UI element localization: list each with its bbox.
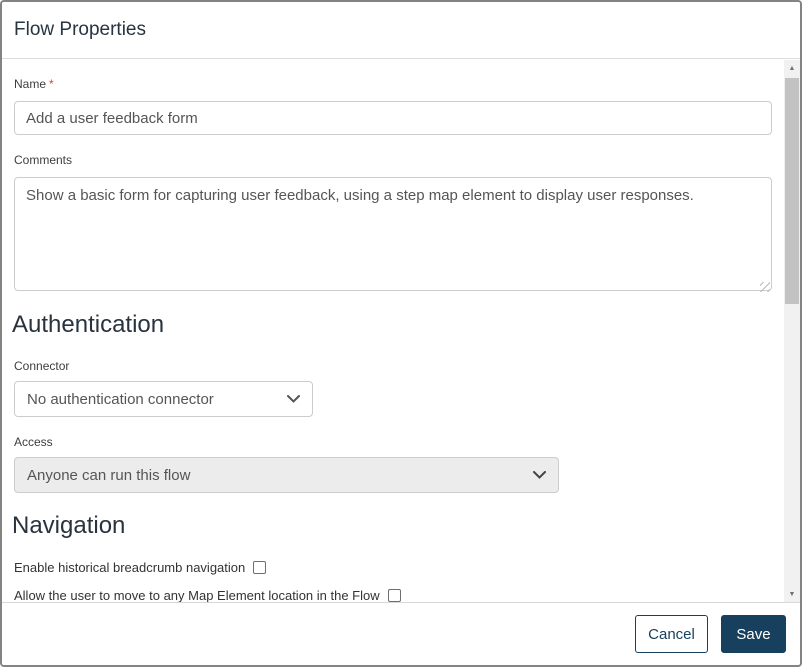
- dialog-footer: Cancel Save: [2, 602, 800, 665]
- textarea-resize-handle-icon[interactable]: [760, 282, 770, 292]
- comments-label: Comments: [14, 153, 73, 167]
- access-select[interactable]: Anyone can run this flow: [14, 457, 559, 493]
- cancel-button[interactable]: Cancel: [635, 615, 708, 653]
- connector-label: Connector: [14, 359, 70, 373]
- name-label: Name *: [14, 77, 54, 91]
- scroll-up-icon[interactable]: ▲: [784, 60, 800, 76]
- scroll-down-icon[interactable]: ▼: [784, 586, 800, 602]
- scrollbar-thumb[interactable]: [785, 78, 799, 304]
- name-input[interactable]: [14, 101, 772, 135]
- move-anywhere-option: Allow the user to move to any Map Elemen…: [14, 586, 401, 602]
- access-label: Access: [14, 435, 53, 449]
- connector-select[interactable]: No authentication connector: [14, 381, 313, 417]
- flow-properties-dialog: Flow Properties Name* Comments Show a ba…: [0, 0, 802, 667]
- chevron-down-icon: [287, 395, 300, 403]
- chevron-down-icon: [533, 471, 546, 479]
- page-title: Flow Properties: [14, 19, 146, 40]
- dialog-body: Name* Comments Show a basic form for cap…: [2, 60, 800, 602]
- breadcrumb-navigation-checkbox[interactable]: [253, 560, 267, 574]
- access-selected-value: Anyone can run this flow: [27, 466, 191, 484]
- save-button[interactable]: Save: [721, 615, 786, 653]
- move-anywhere-label: Allow the user to move to any Map Elemen…: [14, 587, 380, 603]
- required-asterisk: *: [49, 77, 54, 91]
- dialog-header: Flow Properties: [2, 2, 800, 59]
- move-anywhere-checkbox[interactable]: [387, 588, 401, 602]
- breadcrumb-navigation-option: Enable historical breadcrumb navigation: [14, 558, 267, 576]
- comments-textarea[interactable]: Show a basic form for capturing user fee…: [14, 177, 772, 291]
- vertical-scrollbar[interactable]: ▲ ▼: [784, 60, 800, 602]
- breadcrumb-navigation-label: Enable historical breadcrumb navigation: [14, 559, 246, 575]
- connector-selected-value: No authentication connector: [27, 390, 214, 408]
- navigation-heading: Navigation: [12, 512, 126, 539]
- authentication-heading: Authentication: [12, 311, 165, 338]
